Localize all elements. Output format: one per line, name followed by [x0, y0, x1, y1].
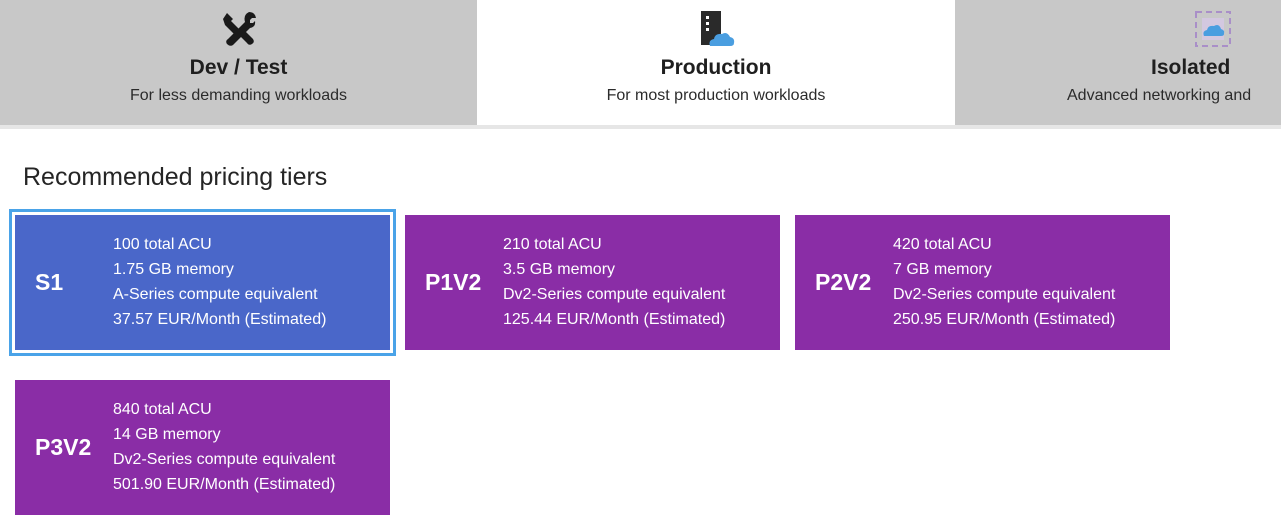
tier-name: P3V2 — [35, 434, 92, 460]
tier-details: 210 total ACU 3.5 GB memory Dv2-Series c… — [503, 232, 725, 332]
tab-dev-test[interactable]: Dev / Test For less demanding workloads — [0, 0, 477, 125]
tab-subtitle: For most production workloads — [606, 87, 826, 104]
tier-name: P2V2 — [815, 269, 872, 295]
tier-price: 37.57 EUR/Month (Estimated) — [113, 311, 327, 328]
tabs-divider — [0, 125, 1281, 129]
tab-title: Isolated — [1151, 56, 1231, 79]
isolated-network-icon — [1195, 11, 1231, 47]
tier-compute: Dv2-Series compute equivalent — [503, 286, 726, 303]
tier-compute: A-Series compute equivalent — [113, 286, 318, 303]
tab-title: Dev / Test — [189, 56, 288, 79]
tier-compute: Dv2-Series compute equivalent — [113, 451, 336, 468]
tier-card-p2v2[interactable]: P2V2 420 total ACU 7 GB memory Dv2-Serie… — [795, 215, 1170, 350]
tier-memory: 14 GB memory — [113, 426, 221, 443]
tier-card-p1v2[interactable]: P1V2 210 total ACU 3.5 GB memory Dv2-Ser… — [405, 215, 780, 350]
tier-price: 250.95 EUR/Month (Estimated) — [893, 311, 1116, 328]
tier-card-p3v2[interactable]: P3V2 840 total ACU 14 GB memory Dv2-Seri… — [15, 380, 390, 515]
tier-details: 840 total ACU 14 GB memory Dv2-Series co… — [113, 397, 335, 497]
tier-memory: 1.75 GB memory — [113, 261, 234, 278]
tab-title: Production — [660, 56, 772, 79]
server-cloud-icon — [701, 11, 735, 46]
tier-details: 420 total ACU 7 GB memory Dv2-Series com… — [893, 232, 1115, 332]
tier-price: 501.90 EUR/Month (Estimated) — [113, 476, 336, 493]
tier-memory: 3.5 GB memory — [503, 261, 616, 278]
tier-acu: 210 total ACU — [503, 236, 602, 253]
tier-details: 100 total ACU 1.75 GB memory A-Series co… — [113, 232, 326, 332]
tier-memory: 7 GB memory — [893, 261, 992, 278]
tier-category-tabs: Dev / Test For less demanding workloads … — [0, 0, 1281, 126]
tier-acu: 420 total ACU — [893, 236, 992, 253]
tab-production[interactable]: Production For most production workloads — [477, 0, 955, 125]
tier-name: S1 — [35, 269, 64, 295]
tier-card-s1[interactable]: S1 100 total ACU 1.75 GB memory A-Series… — [9, 209, 396, 356]
tab-isolated[interactable]: Isolated Advanced networking and — [955, 0, 1281, 125]
tier-price: 125.44 EUR/Month (Estimated) — [503, 311, 726, 328]
tier-acu: 840 total ACU — [113, 401, 212, 418]
tab-subtitle: For less demanding workloads — [130, 87, 347, 104]
tab-subtitle: Advanced networking and — [1067, 87, 1252, 104]
section-heading: Recommended pricing tiers — [23, 163, 328, 191]
tier-acu: 100 total ACU — [113, 236, 212, 253]
tools-icon — [222, 12, 256, 46]
tier-name: P1V2 — [425, 269, 482, 295]
tier-compute: Dv2-Series compute equivalent — [893, 286, 1116, 303]
